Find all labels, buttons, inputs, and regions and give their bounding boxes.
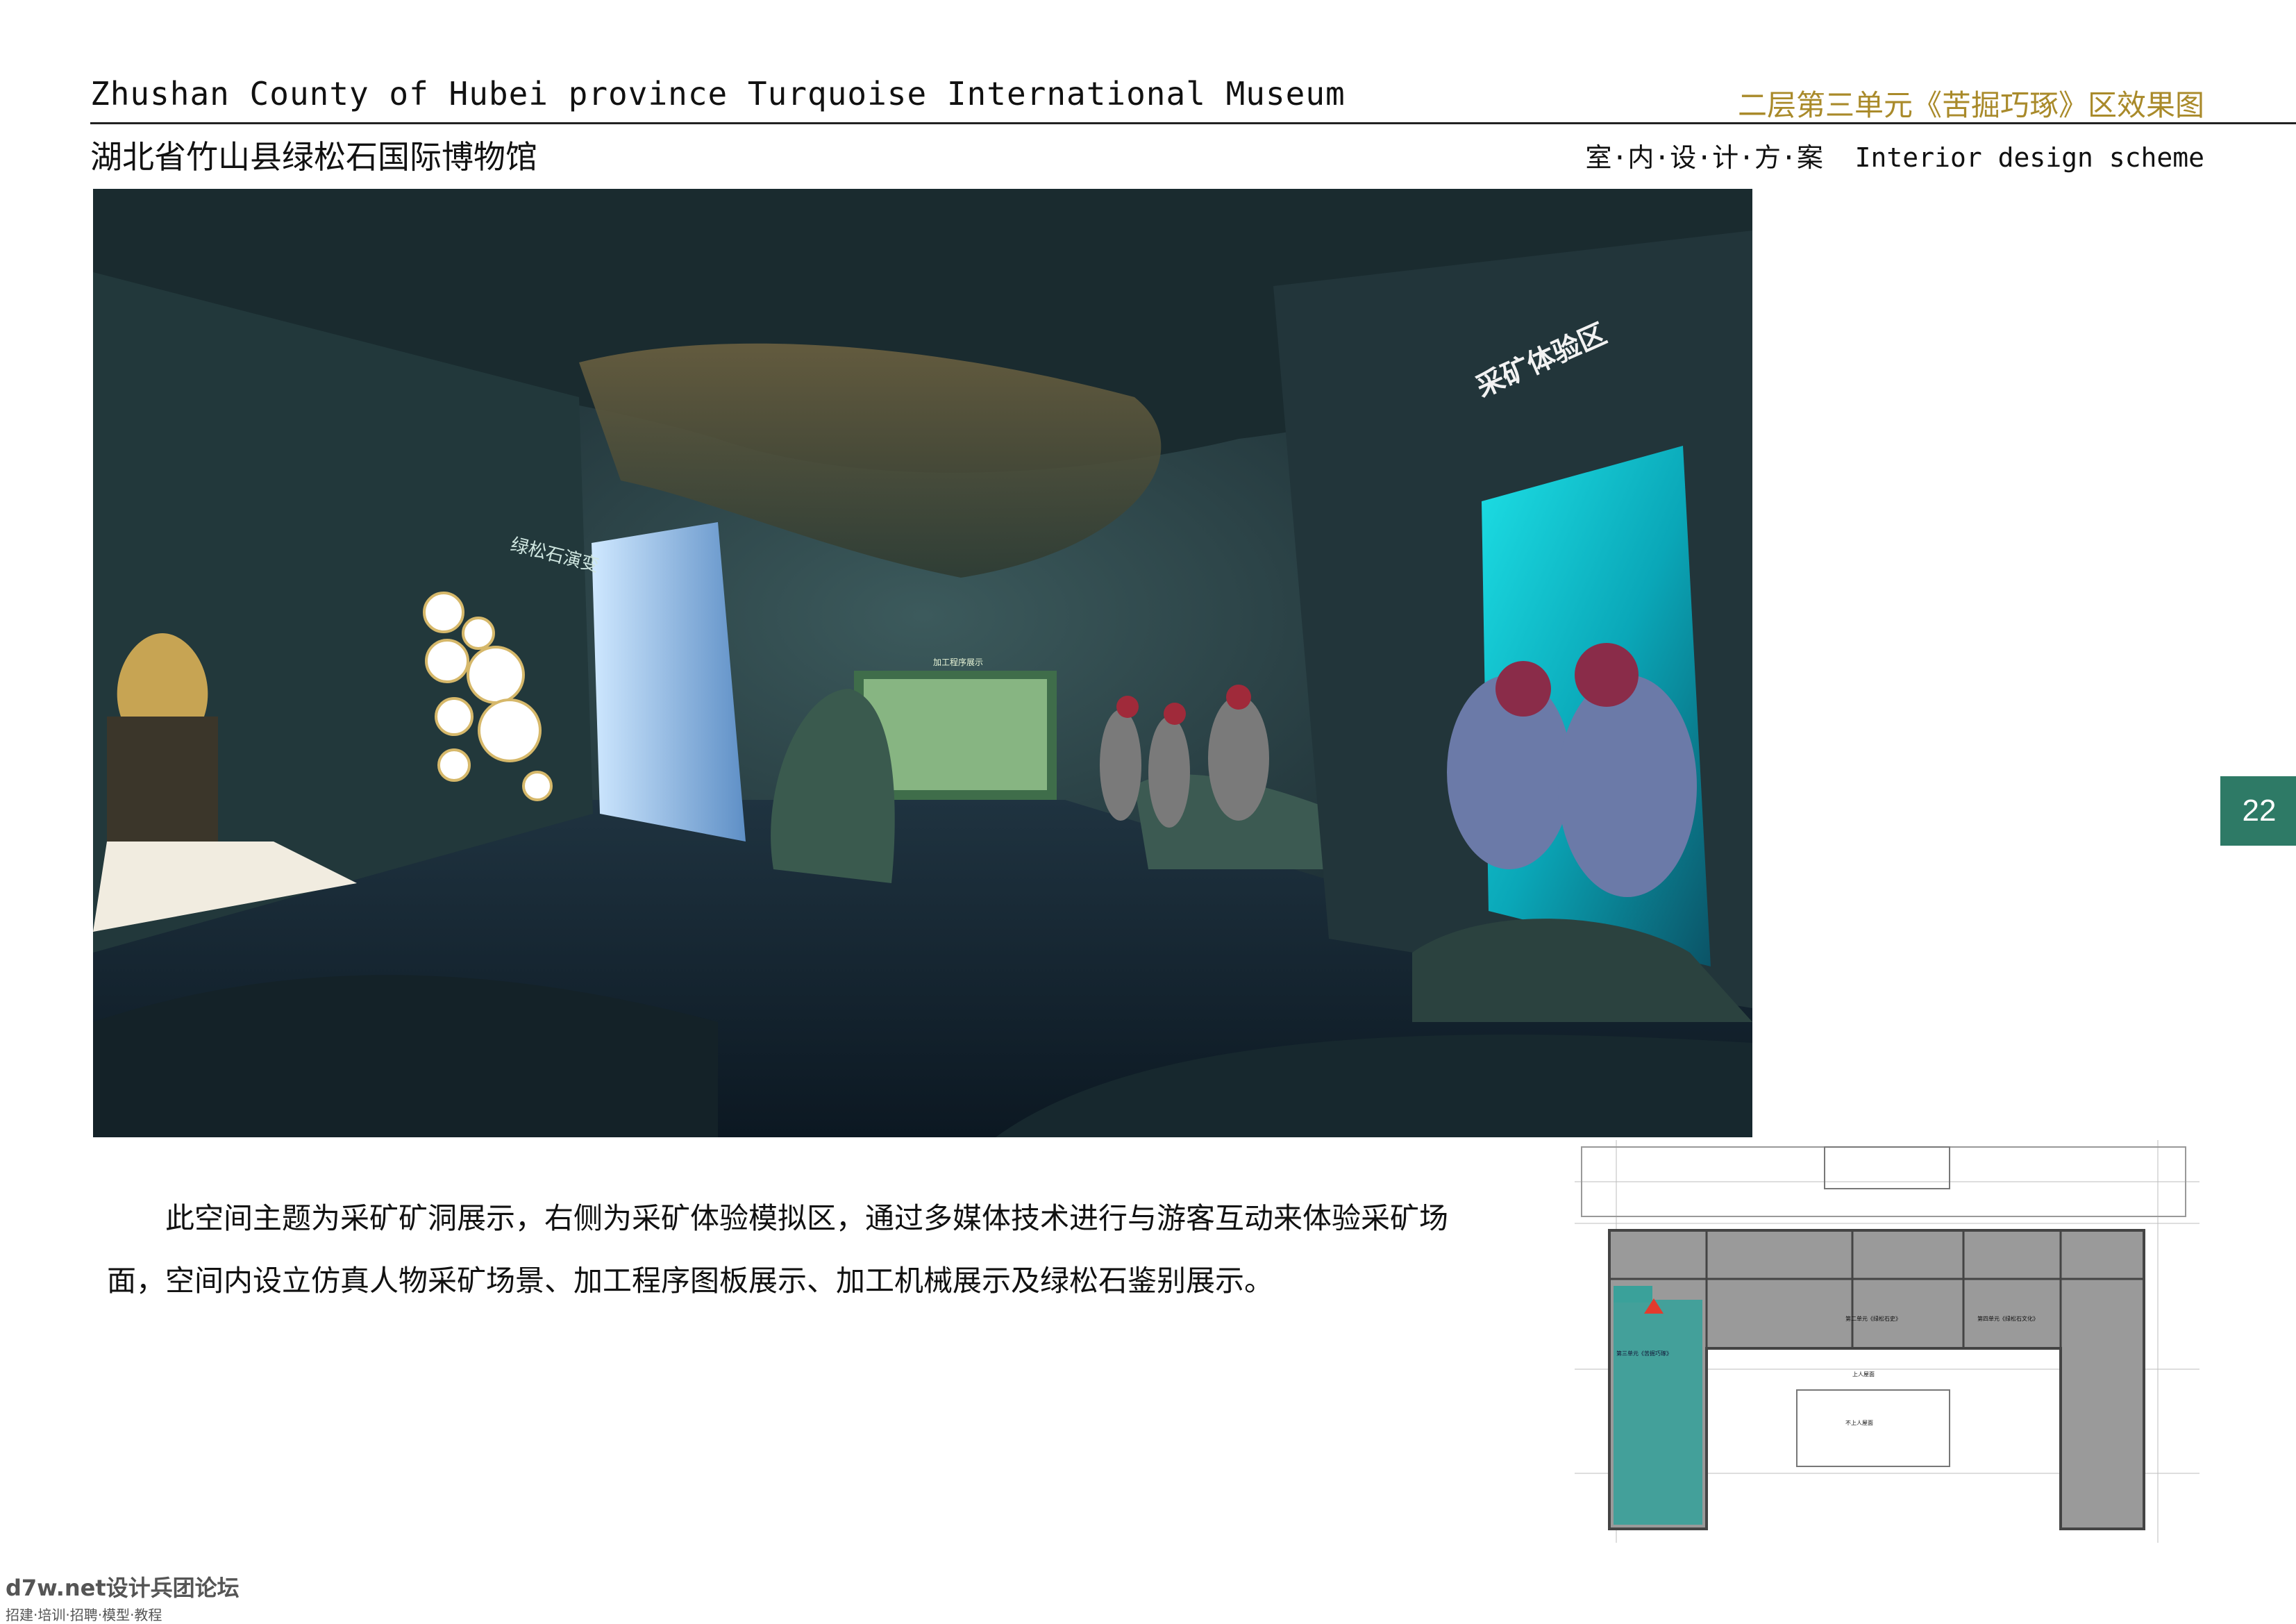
plan-label-roof: 不上人屋面 <box>1845 1420 1873 1426</box>
header-title-cn: 湖北省竹山县绿松石国际博物馆 <box>90 138 537 176</box>
sign-processing: 加工程序展示 <box>933 657 983 667</box>
page-number-tab: 22 <box>2220 776 2296 846</box>
section-title: 二层第三单元《苦掘巧琢》区效果图 <box>1737 88 2204 122</box>
watermark: d7w.net设计兵团论坛 招建·培训·招聘·模型·教程 <box>6 1571 240 1624</box>
interior-render-image: 绿松石演变 采矿体验区 加工程序展示 <box>93 189 1752 1137</box>
floor-plan-image: 第三单元《苦掘巧琢》 第二单元《绿松石史》 第四单元《绿松石文化》 上人屋面 不… <box>1575 1140 2199 1543</box>
plan-label-zone-right: 第四单元《绿松石文化》 <box>1977 1315 2038 1322</box>
description-paragraph: 此空间主题为采矿矿洞展示，右侧为采矿体验模拟区，通过多媒体技术进行与游客互动来体… <box>107 1201 1449 1298</box>
plan-label-zone-left: 第三单元《苦掘巧琢》 <box>1616 1350 1672 1357</box>
header-title-en: Zhushan County of Hubei province Turquoi… <box>90 75 1346 112</box>
page-number: 22 <box>2242 794 2277 828</box>
header-divider <box>90 122 2296 124</box>
watermark-line1: d7w.net设计兵团论坛 <box>6 1575 240 1601</box>
plan-label-stairs: 上人屋面 <box>1852 1371 1875 1378</box>
plan-label-zone-mid: 第二单元《绿松石史》 <box>1845 1315 1901 1322</box>
scheme-label: 室·内·设·计·方·案 Interior design scheme <box>1585 142 2204 173</box>
watermark-line2: 招建·培训·招聘·模型·教程 <box>6 1607 162 1623</box>
